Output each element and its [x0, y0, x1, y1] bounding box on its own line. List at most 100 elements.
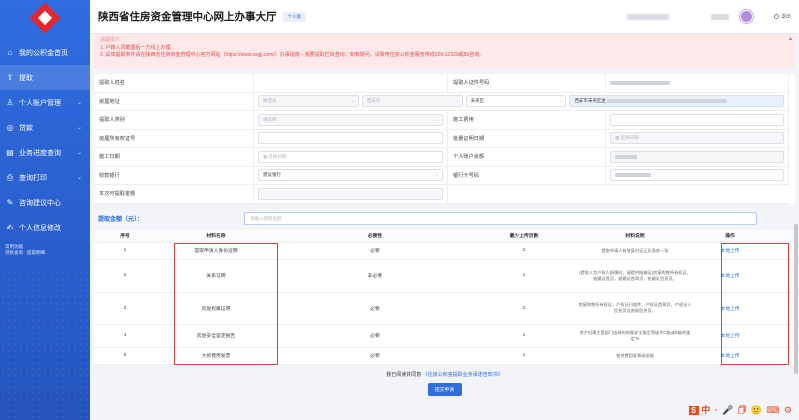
- agreement-prefix: 我已阅读并同意: [386, 371, 422, 378]
- notice-line-1: 1. 户籍人须截图后一方线上办理。: [100, 44, 176, 51]
- label-available-amount: 本次可提取金额: [94, 185, 254, 204]
- scrollbar[interactable]: [794, 224, 798, 374]
- sidebar-item-label: 贷款: [19, 124, 33, 132]
- chevron-down-icon: ⌄: [435, 172, 439, 178]
- sidebar-item-4[interactable]: ▤ 业务进度查询 ⌄: [0, 140, 90, 165]
- user-id-redacted: [711, 13, 729, 20]
- ime-icons: 中 · 🎤 🗇 🙂 ⌨ ⚙: [701, 405, 793, 415]
- notice-header: 温馨提示: [100, 37, 121, 43]
- construction-date-picker[interactable]: ▦ 选择日期: [258, 150, 443, 163]
- power-icon: [773, 14, 779, 19]
- sidebar-item-label: 我的公积金首页: [19, 49, 68, 57]
- chevron-down-icon: ⌄: [435, 116, 439, 122]
- user-name-redacted: [627, 13, 669, 20]
- construction-cost-field: [606, 111, 789, 130]
- ime-logo: S: [688, 406, 700, 415]
- sidebar-item-0[interactable]: ⌂ 我的公积金首页: [0, 40, 90, 65]
- chevron-down-icon: ⌄: [76, 150, 82, 156]
- name-value: [254, 74, 448, 93]
- loan-icon: ◎: [6, 123, 14, 132]
- row-no: 1: [123, 248, 127, 253]
- balance-input: [610, 150, 784, 163]
- district-select[interactable]: 未央区 ⌄: [465, 95, 567, 108]
- col-header-name: 材料名称: [206, 234, 226, 239]
- logout-button[interactable]: 退出: [773, 13, 791, 20]
- address-fields: 陕西省 ⌄ 西安市 ⌄ 未央区 ⌄ 西安市未央区金: [254, 92, 789, 111]
- address-detail-input[interactable]: 西安市未央区金: [569, 95, 785, 108]
- sidebar-item-7[interactable]: ✍ 个人信息修改: [0, 215, 90, 240]
- label-id-number: 提取人证件号码: [448, 74, 606, 93]
- province-select[interactable]: 陕西省 ⌄: [258, 95, 359, 108]
- approval-date-picker[interactable]: ▦ 选择日期: [610, 132, 784, 145]
- min-pages: 2: [522, 248, 526, 253]
- submit-button[interactable]: 提交申请: [427, 382, 462, 396]
- material-desc: 房产归属主管部门出具的房屋安全鉴定等级为C级或D级的鉴定书: [579, 329, 691, 341]
- label-construction-date: 施工日期: [94, 148, 254, 167]
- logout-label: 退出: [780, 14, 791, 20]
- sidebar-item-1[interactable]: ⇪ 提取: [0, 65, 90, 90]
- page-title: 陕西省住房资金管理中心网上办事大厅: [98, 11, 277, 23]
- scroll-up-icon[interactable]: ▲: [788, 36, 793, 44]
- bank-field: 建设银行 ⌄: [254, 166, 448, 185]
- construction-cost-input[interactable]: [610, 113, 784, 126]
- notice-banner: 温馨提示 1. 户籍人须截图后一方线上办理。 2. 具体提取条件请在陕西省住房资…: [94, 34, 795, 68]
- profile-icon: ✍: [6, 223, 14, 232]
- avatar[interactable]: [740, 10, 753, 23]
- materials-table: 序号 材料名称 必要性 最少上传页数 材料说明 操作 1 提取申请人身份证明 必要 2…: [94, 229, 795, 365]
- common-link[interactable]: 贷款查询: [5, 250, 23, 255]
- common-link[interactable]: 提取明细: [27, 250, 45, 255]
- material-desc: 房屋购售所有权证，产权证扫描件，产权证首章页，产权证人信息页及房屋信息页。: [578, 302, 692, 313]
- amount-row: 提取金额（元）： 请输入提取金额: [94, 212, 795, 226]
- id-number-value: [606, 74, 789, 93]
- province-value: 陕西省: [263, 98, 277, 104]
- district-value: 未央区: [470, 98, 485, 104]
- category-select[interactable]: 请选择 ⌄: [258, 113, 443, 126]
- city-value: 西安市: [366, 98, 381, 104]
- sidebar-item-3[interactable]: ◎ 贷款 ⌄: [0, 115, 90, 140]
- home-icon: ⌂: [7, 48, 13, 57]
- common-functions: 常用功能 贷款查询 提取明细: [0, 244, 90, 256]
- material-desc: 提取申请人有效身份证正反面各一张: [601, 247, 669, 253]
- col-header-pages: 最少上传页数: [509, 234, 539, 239]
- bank-select[interactable]: 建设银行 ⌄: [258, 169, 443, 182]
- chevron-down-icon: ⌄: [351, 98, 355, 104]
- ime-toolbar: S中 · 🎤 🗇 🙂 ⌨ ⚙: [688, 403, 793, 419]
- agreement-link[interactable]: 《住房公积金提取业务承诺告知书》: [423, 372, 503, 378]
- ownership-cert-input[interactable]: [258, 132, 443, 145]
- sidebar-item-2[interactable]: ♙ 个人账户管理 ⌄: [0, 90, 90, 115]
- available-amount-field: [254, 185, 448, 204]
- amount-input[interactable]: 请输入提取金额: [244, 212, 757, 225]
- chevron-down-icon: ⌄: [76, 100, 82, 106]
- version-badge: 个人版: [282, 11, 306, 22]
- sidebar-item-label: 个人信息修改: [19, 224, 61, 232]
- min-pages: 1: [522, 353, 526, 358]
- material-desc: 相关费用发票或收据: [616, 352, 654, 358]
- chevron-down-icon: ⌄: [76, 125, 82, 131]
- sidebar-item-label: 咨询建议中心: [19, 199, 61, 207]
- row-no: 2: [123, 273, 127, 278]
- notice-line-2: 2. 具体提取条件请在陕西省住房资金管理中心官方网站（https://www.s…: [100, 52, 485, 58]
- amount-label: 提取金额（元）：: [98, 217, 144, 223]
- card-number-input[interactable]: [610, 169, 784, 182]
- label-card-number: 银行卡号码: [448, 166, 606, 185]
- withdraw-form: 提取人姓名 提取人证件号码 房屋地址 陕西省 ⌄ 西安市 ⌄ 未央区 ⌄ 西安市未央区…: [94, 74, 795, 204]
- category-field: 请选择 ⌄: [254, 111, 448, 130]
- header: 陕西省住房资金管理中心网上办事大厅 个人版 退出: [90, 0, 799, 34]
- sidebar-item-label: 提取: [19, 74, 33, 82]
- col-header-need: 必要性: [367, 234, 383, 239]
- construction-date-placeholder: 选择日期: [268, 153, 287, 159]
- user-icon: ♙: [6, 98, 14, 107]
- label-construction-cost: 施工费用: [448, 111, 606, 130]
- city-select[interactable]: 西安市 ⌄: [361, 95, 463, 108]
- progress-icon: ▤: [6, 148, 14, 157]
- label-ownership-cert: 房屋所有权证号: [94, 129, 254, 148]
- sidebar-nav: ⌂ 我的公积金首页 ⇪ 提取 ♙ 个人账户管理 ⌄ ◎ 贷款 ⌄ ▤ 业务进度查询 ⌄ ⎙ 查询打印 ⌄ ✎ 咨询…: [0, 40, 90, 240]
- card-number-field: [606, 166, 789, 185]
- necessity: 非必要: [367, 274, 383, 279]
- sidebar-item-5[interactable]: ⎙ 查询打印 ⌄: [0, 165, 90, 190]
- sidebar-item-6[interactable]: ✎ 咨询建议中心: [0, 190, 90, 215]
- available-amount-input: [258, 187, 443, 200]
- chevron-down-icon: ⌄: [558, 98, 563, 104]
- sidebar: ⌂ 我的公积金首页 ⇪ 提取 ♙ 个人账户管理 ⌄ ◎ 贷款 ⌄ ▤ 业务进度查询 ⌄ ⎙ 查询打印 ⌄ ✎ 咨询…: [0, 0, 90, 420]
- empty-cell: [448, 185, 789, 204]
